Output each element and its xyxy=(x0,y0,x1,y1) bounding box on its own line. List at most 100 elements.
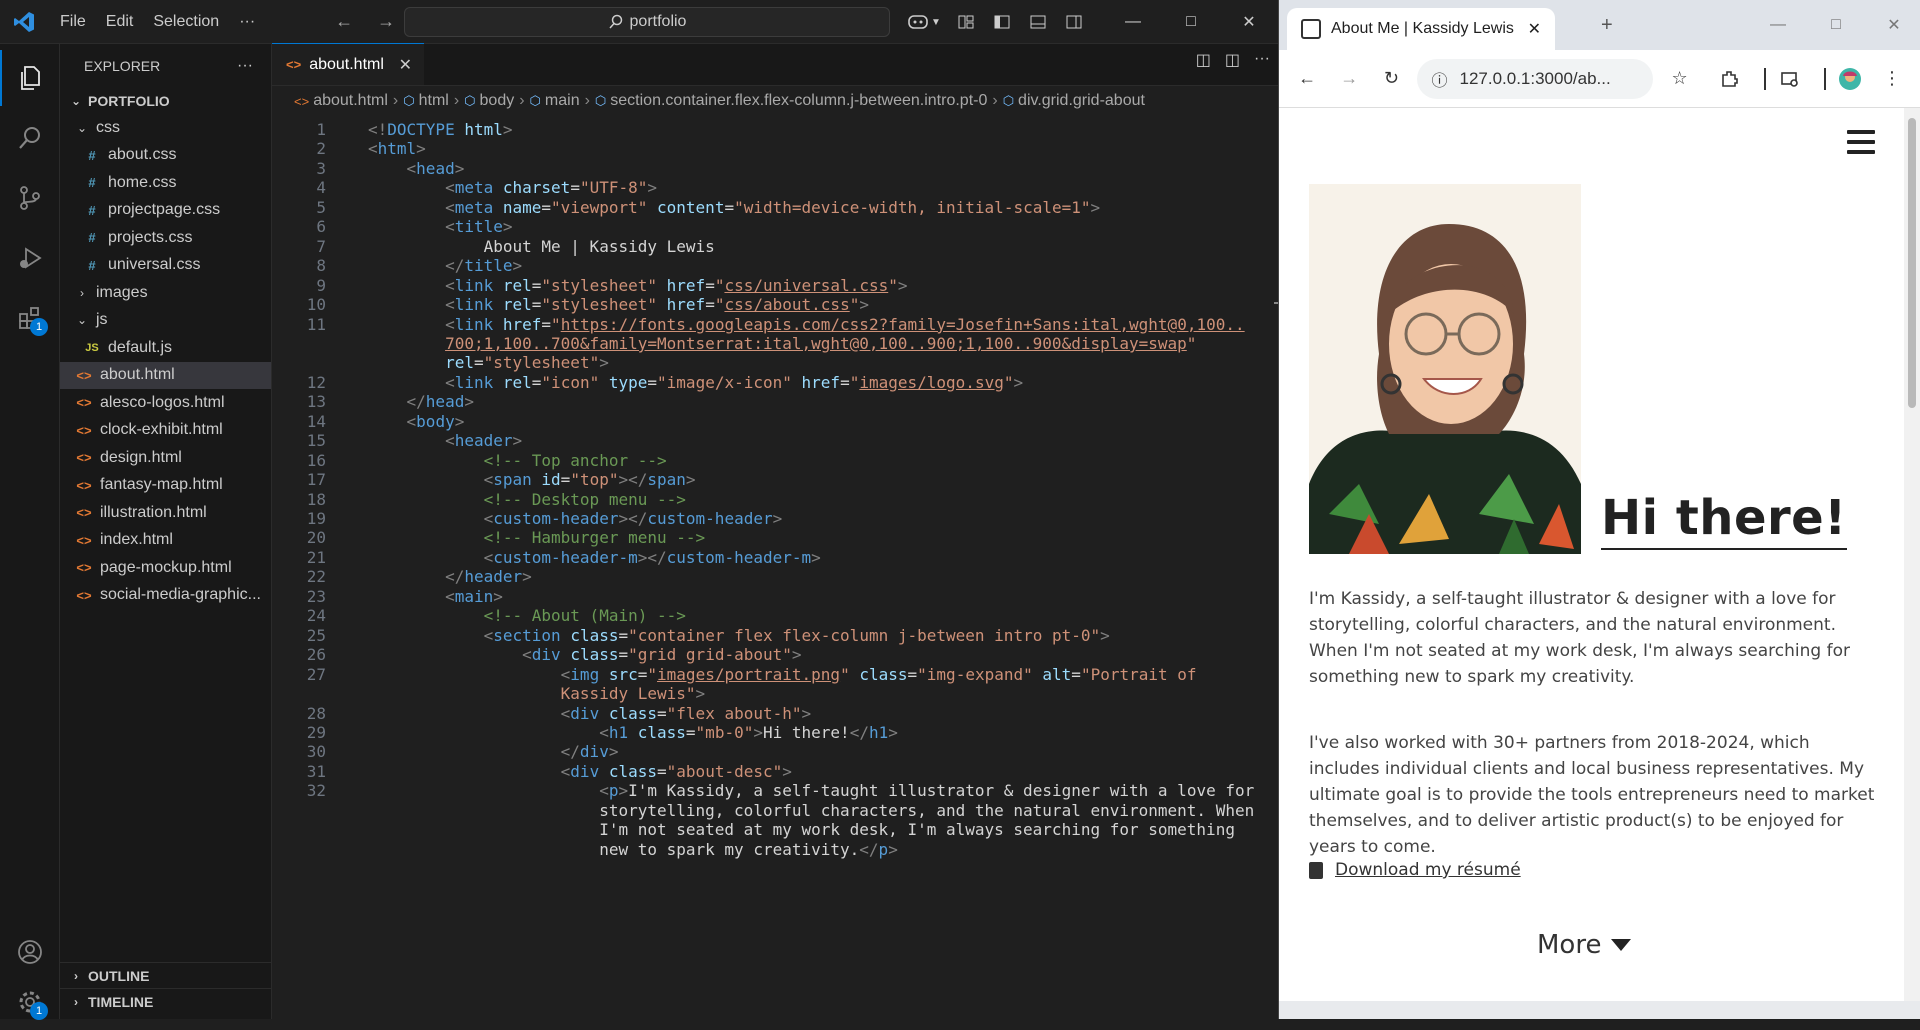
toggle-primary-sidebar-icon[interactable] xyxy=(988,8,1016,36)
command-center[interactable]: portfolio xyxy=(404,7,890,37)
timeline-section[interactable]: › TIMELINE xyxy=(60,988,272,1014)
profile-avatar[interactable] xyxy=(1834,62,1866,96)
tree-item[interactable]: <> about.html xyxy=(60,361,271,389)
reload-icon[interactable]: ↻ xyxy=(1375,62,1407,96)
forward-arrow-icon[interactable]: → xyxy=(377,11,395,32)
code-text: <link rel="stylesheet" href="css/univers… xyxy=(445,275,908,295)
settings-gear-icon[interactable]: 1 xyxy=(0,974,60,1030)
portfolio-folder-header[interactable]: ⌄ PORTFOLIO xyxy=(60,88,271,114)
breadcrumb-separator-icon: › xyxy=(584,92,590,109)
browser-back-icon[interactable]: ← xyxy=(1291,62,1323,96)
vscode-window: File Edit Selection ··· ← → portfolio ▼ … xyxy=(0,0,1278,1020)
explorer-more-button[interactable]: ··· xyxy=(237,57,253,75)
page-scrollbar[interactable] xyxy=(1904,108,1920,1001)
tree-item[interactable]: # about.css xyxy=(60,142,271,170)
code-text: <h1 class="mb-0">Hi there!</h1> xyxy=(599,722,898,742)
code-text: <link href="https://fonts.googleapis.com… xyxy=(445,314,1245,334)
tree-item-label: clock-exhibit.html xyxy=(100,421,223,439)
address-bar[interactable]: ⓘ 127.0.0.1:3000/ab... xyxy=(1417,58,1654,99)
breadcrumb-item[interactable]: ⬡ html xyxy=(403,92,449,110)
element-symbol-icon: ⬡ xyxy=(464,93,476,108)
chevron-right-icon: › xyxy=(80,285,84,300)
html-file-icon: <> xyxy=(76,450,92,466)
breadcrumb-item[interactable]: ⬡ section.container.flex.flex-column.j-be… xyxy=(595,92,987,110)
extensions-icon[interactable]: 1 xyxy=(0,290,60,346)
browser-tab-active[interactable]: About Me | Kassidy Lewis ✕ xyxy=(1287,8,1555,50)
breadcrumb-separator-icon: › xyxy=(453,92,460,109)
bookmark-star-icon[interactable]: ☆ xyxy=(1663,62,1695,96)
element-symbol-icon: ⬡ xyxy=(529,93,541,108)
chevron-down-icon: ⌄ xyxy=(76,313,88,328)
customize-layout-icon[interactable] xyxy=(952,8,980,36)
more-label: More xyxy=(1537,930,1602,960)
tree-item[interactable]: # universal.css xyxy=(60,252,271,280)
code-editor[interactable]: 1 <!DOCTYPE html> 2 <html> 3 <head> 4 <meta c… xyxy=(272,116,1272,1019)
minimize-icon[interactable]: — xyxy=(1104,0,1162,44)
browser-close-icon[interactable]: ✕ xyxy=(1865,0,1920,50)
tree-item[interactable]: JS default.js xyxy=(60,334,271,362)
menu-edit[interactable]: Edit xyxy=(96,0,144,44)
tab-about-html[interactable]: <> about.html ✕ xyxy=(272,43,424,85)
breadcrumb-item[interactable]: ⬡ div.grid.grid-about xyxy=(1003,92,1145,110)
browser-tab-close-icon[interactable]: ✕ xyxy=(1528,19,1541,39)
breadcrumb: <> about.html › ⬡ html › ⬡ body › ⬡ main › ⬡ section.… xyxy=(272,86,1278,116)
maximize-icon[interactable]: □ xyxy=(1162,0,1220,44)
hamburger-menu-icon[interactable] xyxy=(1847,130,1875,154)
tree-item[interactable]: ⌄ css xyxy=(60,114,271,142)
toggle-secondary-sidebar-icon[interactable] xyxy=(1060,8,1088,36)
breadcrumb-label: about.html xyxy=(313,92,388,109)
code-text: <img src="images/portrait.png" class="im… xyxy=(560,664,1197,684)
tree-item[interactable]: # projectpage.css xyxy=(60,197,271,225)
browser-minimize-icon[interactable]: — xyxy=(1749,0,1807,50)
breadcrumb-item[interactable]: ⬡ main xyxy=(530,92,580,110)
tree-item-label: alesco-logos.html xyxy=(100,393,225,411)
close-icon[interactable]: ✕ xyxy=(1220,0,1278,44)
tab-close-icon[interactable]: ✕ xyxy=(399,55,412,75)
browser-forward-icon[interactable]: → xyxy=(1333,62,1365,96)
extensions-puzzle-icon[interactable] xyxy=(1714,62,1746,96)
split-editor-icon[interactable]: ◫ xyxy=(1225,50,1240,70)
outline-section[interactable]: › OUTLINE xyxy=(60,962,272,988)
breadcrumb-item[interactable]: ⬡ body xyxy=(464,92,514,110)
toggle-panel-icon[interactable] xyxy=(1024,8,1052,36)
more-button[interactable]: More xyxy=(1537,930,1632,960)
source-control-icon[interactable] xyxy=(0,170,60,226)
new-tab-button[interactable]: + xyxy=(1601,14,1613,37)
site-info-icon[interactable]: ⓘ xyxy=(1431,67,1447,91)
tree-item[interactable]: <> alesco-logos.html xyxy=(60,389,271,417)
outline-label: OUTLINE xyxy=(88,967,150,984)
download-resume-link[interactable]: Download my résumé xyxy=(1309,860,1521,880)
tree-item[interactable]: <> fantasy-map.html xyxy=(60,472,271,500)
run-debug-icon[interactable] xyxy=(0,230,60,286)
tree-item[interactable]: <> illustration.html xyxy=(60,499,271,527)
tree-item[interactable]: # home.css xyxy=(60,169,271,197)
editor-more-icon[interactable]: ··· xyxy=(1254,50,1270,70)
search-activity-icon[interactable] xyxy=(0,110,60,166)
code-text: <custom-header></custom-header> xyxy=(483,509,783,528)
menu-more-button[interactable]: ··· xyxy=(229,13,265,31)
tree-item[interactable]: <> clock-exhibit.html xyxy=(60,417,271,445)
tree-item[interactable]: <> page-mockup.html xyxy=(60,554,271,582)
copilot-icon[interactable]: ▼ xyxy=(904,8,944,36)
menu-file[interactable]: File xyxy=(50,0,96,44)
accounts-icon[interactable] xyxy=(0,924,60,980)
tree-item[interactable]: <> social-media-graphic... xyxy=(60,582,271,610)
menu-selection[interactable]: Selection xyxy=(143,0,229,44)
chevron-right-icon: › xyxy=(74,994,78,1009)
scrollbar-thumb[interactable] xyxy=(1908,118,1916,408)
tree-item-label: universal.css xyxy=(108,256,201,274)
breadcrumb-item[interactable]: <> about.html xyxy=(294,92,388,110)
explorer-icon[interactable] xyxy=(0,50,60,106)
browser-maximize-icon[interactable]: □ xyxy=(1807,0,1865,50)
tree-item[interactable]: › images xyxy=(60,279,271,307)
download-resume-text[interactable]: Download my résumé xyxy=(1335,860,1521,880)
tree-item[interactable]: <> design.html xyxy=(60,444,271,472)
back-arrow-icon[interactable]: ← xyxy=(335,11,353,32)
open-preview-icon[interactable]: ◫ xyxy=(1196,50,1211,70)
tree-item[interactable]: <> index.html xyxy=(60,527,271,555)
code-text: <span id="top"></span> xyxy=(483,470,696,490)
tree-item[interactable]: # projects.css xyxy=(60,224,271,252)
tree-item[interactable]: ⌄ js xyxy=(60,307,271,335)
browser-menu-icon[interactable]: ⋮ xyxy=(1876,62,1908,96)
tab-search-icon[interactable] xyxy=(1774,62,1806,96)
